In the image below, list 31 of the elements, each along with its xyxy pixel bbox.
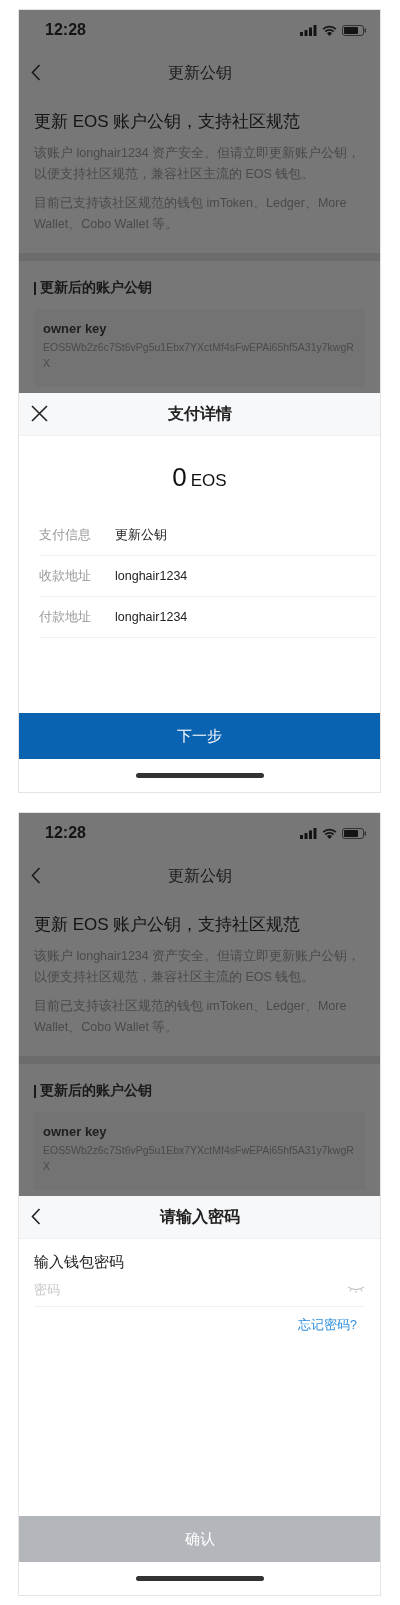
section-title: 更新后的账户公钥 xyxy=(40,1082,152,1100)
nav-title: 更新公钥 xyxy=(167,865,232,886)
sheet-title: 支付详情 xyxy=(167,403,232,424)
headline: 更新 EOS 账户公钥，支持社区规范 xyxy=(34,914,302,936)
next-button[interactable]: 下一步 xyxy=(19,713,380,759)
row-label: 收款地址 xyxy=(39,567,92,585)
key-label: owner key xyxy=(43,321,108,336)
currency-unit: EOS xyxy=(190,471,227,491)
row-label: 付款地址 xyxy=(39,608,92,626)
headline: 更新 EOS 账户公钥，支持社区规范 xyxy=(34,111,302,133)
status-time: 12:28 xyxy=(45,21,86,39)
back-icon[interactable] xyxy=(31,1208,41,1225)
signal-icon xyxy=(300,24,317,36)
battery-icon xyxy=(342,827,366,839)
sheet-title: 请输入密码 xyxy=(159,1206,240,1227)
forgot-password-link[interactable]: 忘记密码? xyxy=(298,1317,357,1334)
key-label: owner key xyxy=(43,1124,108,1139)
row-value: 更新公钥 xyxy=(115,526,167,544)
wifi-icon xyxy=(322,827,337,839)
battery-icon xyxy=(342,24,366,36)
row-value: longhair1234 xyxy=(115,610,188,624)
row-label: 支付信息 xyxy=(39,526,92,544)
signal-icon xyxy=(300,827,317,839)
row-value: longhair1234 xyxy=(115,569,188,583)
field-label: 输入钱包密码 xyxy=(34,1253,125,1272)
close-icon[interactable] xyxy=(31,405,48,422)
amount: 0 xyxy=(172,462,187,493)
section-title: 更新后的账户公钥 xyxy=(40,279,152,297)
nav-title: 更新公钥 xyxy=(167,62,232,83)
status-time: 12:28 xyxy=(45,824,86,842)
wifi-icon xyxy=(322,24,337,36)
